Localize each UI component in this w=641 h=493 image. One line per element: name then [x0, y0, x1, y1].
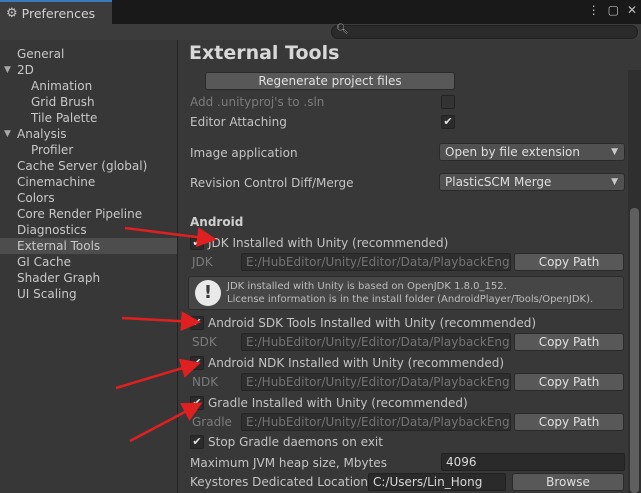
more-options-icon[interactable]: ⋮ — [588, 3, 600, 17]
window-controls: ⋮ ▢ ✕ — [588, 3, 637, 17]
jdk-info-box: ! JDK installed with Unity is based on O… — [188, 276, 624, 310]
search-row: 🔍︎ — [0, 24, 641, 40]
sidebar-item-cinemachine[interactable]: Cinemachine — [0, 174, 177, 190]
keystores-label: Keystores Dedicated Location — [190, 475, 368, 489]
gradle-path-field[interactable]: E:/HubEditor/Unity/Editor/Data/PlaybackE… — [241, 413, 511, 431]
sdk-path-field[interactable]: E:/HubEditor/Unity/Editor/Data/PlaybackE… — [241, 333, 511, 351]
main-panel: External Tools Regenerate project files … — [179, 40, 641, 493]
ndk-installed-checkbox[interactable]: ✔ — [190, 356, 204, 370]
jvm-heap-label: Maximum JVM heap size, Mbytes — [190, 456, 387, 470]
jvm-heap-field[interactable]: 4096 — [441, 453, 625, 471]
jdk-copy-path-button[interactable]: Copy Path — [514, 253, 624, 271]
editor-attaching-checkbox[interactable]: ✔ — [441, 115, 455, 129]
editor-attaching-label: Editor Attaching — [190, 115, 287, 129]
sidebar-item-general[interactable]: General — [0, 46, 177, 62]
image-application-dropdown[interactable]: Open by file extension ▼ — [439, 143, 625, 161]
sidebar-item-ui-scaling[interactable]: UI Scaling — [0, 286, 177, 302]
sidebar-item-core-render-pipeline[interactable]: Core Render Pipeline — [0, 206, 177, 222]
title-bar: ⚙ Preferences ⋮ ▢ ✕ — [0, 0, 641, 24]
ndk-path-field[interactable]: E:/HubEditor/Unity/Editor/Data/PlaybackE… — [241, 373, 511, 391]
stop-gradle-checkbox[interactable]: ✔ — [190, 435, 204, 449]
sidebar-item-animation[interactable]: Animation — [0, 78, 177, 94]
jdk-installed-checkbox[interactable]: ✔ — [190, 236, 204, 250]
gradle-copy-path-button[interactable]: Copy Path — [514, 413, 624, 431]
maximize-icon[interactable]: ▢ — [608, 3, 619, 17]
sidebar-item-diagnostics[interactable]: Diagnostics — [0, 222, 177, 238]
image-application-label: Image application — [190, 146, 298, 160]
sidebar-item-grid-brush[interactable]: Grid Brush — [0, 94, 177, 110]
jdk-path-field[interactable]: E:/HubEditor/Unity/Editor/Data/PlaybackE… — [241, 253, 511, 271]
search-icon: 🔍︎ — [336, 24, 349, 35]
sidebar-item-2d[interactable]: ▼ 2D — [0, 62, 177, 78]
gradle-label: Gradle — [192, 415, 232, 429]
add-unityproj-checkbox[interactable] — [441, 95, 455, 109]
sidebar-item-tile-palette[interactable]: Tile Palette — [0, 110, 177, 126]
chevron-down-icon: ▼ — [611, 177, 618, 187]
revision-control-dropdown[interactable]: PlasticSCM Merge ▼ — [439, 173, 625, 191]
sidebar-item-gi-cache[interactable]: GI Cache — [0, 254, 177, 270]
ndk-copy-path-button[interactable]: Copy Path — [514, 373, 624, 391]
browse-button[interactable]: Browse — [512, 473, 624, 491]
jdk-label: JDK — [192, 255, 213, 269]
expand-arrow-icon[interactable]: ▼ — [4, 126, 11, 142]
help-line-2: License information is in the install fo… — [227, 294, 594, 305]
jdk-installed-label: JDK Installed with Unity (recommended) — [208, 236, 449, 250]
android-section-title: Android — [190, 215, 244, 229]
tab-title: Preferences — [21, 5, 96, 21]
sidebar: General ▼ 2D Animation Grid Brush Tile Pa… — [0, 40, 178, 493]
ndk-installed-label: Android NDK Installed with Unity (recomm… — [208, 356, 505, 370]
chevron-down-icon: ▼ — [611, 147, 618, 157]
sidebar-item-external-tools[interactable]: External Tools — [0, 238, 177, 254]
add-unityproj-label: Add .unityproj's to .sln — [190, 95, 325, 109]
sdk-copy-path-button[interactable]: Copy Path — [514, 333, 624, 351]
page-title: External Tools — [189, 42, 340, 64]
gradle-installed-checkbox[interactable]: ✔ — [190, 396, 204, 410]
ndk-label: NDK — [192, 375, 219, 389]
stop-gradle-label: Stop Gradle daemons on exit — [208, 435, 383, 449]
sdk-installed-label: Android SDK Tools Installed with Unity (… — [208, 316, 537, 330]
scrollbar-thumb[interactable] — [630, 208, 639, 493]
revision-control-label: Revision Control Diff/Merge — [190, 176, 354, 190]
gear-icon: ⚙ — [6, 5, 18, 21]
sidebar-item-shader-graph[interactable]: Shader Graph — [0, 270, 177, 286]
info-icon: ! — [195, 280, 221, 306]
sidebar-item-cache-server[interactable]: Cache Server (global) — [0, 158, 177, 174]
help-line-1: JDK installed with Unity is based on Ope… — [227, 281, 507, 292]
gradle-installed-label: Gradle Installed with Unity (recommended… — [208, 396, 468, 410]
close-icon[interactable]: ✕ — [627, 3, 637, 17]
sidebar-item-colors[interactable]: Colors — [0, 190, 177, 206]
sdk-installed-checkbox[interactable]: ✔ — [190, 316, 204, 330]
sidebar-item-analysis[interactable]: ▼ Analysis — [0, 126, 177, 142]
sidebar-item-profiler[interactable]: Profiler — [0, 142, 177, 158]
keystores-field[interactable]: C:/Users/Lin_Hong — [368, 473, 506, 491]
regenerate-project-files-button[interactable]: Regenerate project files — [205, 72, 455, 90]
preferences-tab[interactable]: ⚙ Preferences — [0, 0, 112, 24]
search-input[interactable]: 🔍︎ — [331, 24, 638, 39]
sdk-label: SDK — [192, 335, 217, 349]
expand-arrow-icon[interactable]: ▼ — [4, 62, 11, 78]
